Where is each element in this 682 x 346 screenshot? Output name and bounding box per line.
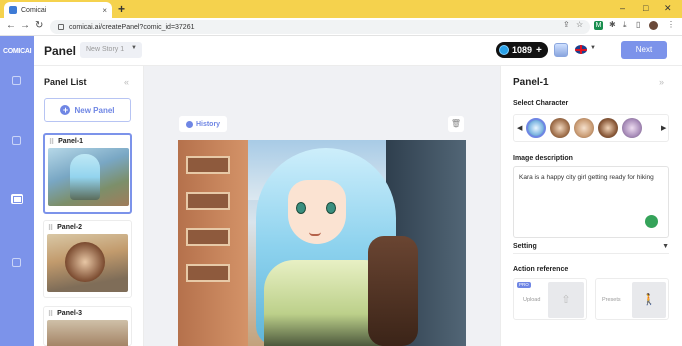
- character-avatar-1[interactable]: [526, 118, 546, 138]
- character-icon[interactable]: [12, 136, 21, 145]
- collapse-left-icon[interactable]: «: [124, 77, 129, 87]
- panel-card-label: Panel-2: [57, 224, 83, 231]
- share-icon[interactable]: ⇪: [563, 20, 570, 29]
- history-button[interactable]: History: [179, 116, 227, 132]
- address-bar[interactable]: comicai.ai/createPanel?comic_id=37261: [50, 20, 590, 34]
- drag-handle-icon[interactable]: ⠿: [49, 138, 54, 146]
- panel-card-label: Panel-3: [57, 310, 83, 317]
- reload-icon[interactable]: ↻: [35, 20, 43, 31]
- panel-list-sidebar: Panel List « + New Panel ⠿ Panel-1 ⠿ Pan…: [34, 66, 144, 346]
- generate-icon[interactable]: [645, 215, 658, 228]
- canvas-area: History 🗑: [144, 66, 500, 346]
- presets-label: Presets: [602, 297, 621, 303]
- book-icon[interactable]: [12, 258, 21, 267]
- menu-kebab-icon[interactable]: ⋮: [667, 20, 675, 29]
- browser-tabstrip: Comicai × + – □ ✕: [0, 0, 682, 18]
- next-button[interactable]: Next: [621, 41, 667, 59]
- setting-label: Setting: [513, 243, 537, 250]
- add-credits-icon[interactable]: +: [536, 45, 542, 56]
- chevron-left-icon[interactable]: ◀: [517, 124, 522, 132]
- language-chevron-icon[interactable]: ▼: [590, 45, 596, 51]
- panel-card-1[interactable]: ⠿ Panel-1: [43, 133, 132, 214]
- upload-icon[interactable]: ⇧: [548, 282, 584, 318]
- coin-icon: [499, 45, 509, 55]
- tab-close-icon[interactable]: ×: [102, 6, 107, 15]
- drag-handle-icon[interactable]: ⠿: [48, 310, 53, 318]
- story-select[interactable]: New Story 1 ▼: [80, 42, 142, 58]
- character-avatar-3[interactable]: [574, 118, 594, 138]
- pro-badge: PRO: [517, 282, 531, 288]
- character-avatar-4[interactable]: [598, 118, 618, 138]
- page-title: Panel: [44, 44, 77, 58]
- character-backpack: [368, 236, 418, 346]
- right-panel: Panel-1 » Select Character ◀ ▶ Image des…: [500, 66, 682, 346]
- minimize-icon[interactable]: –: [620, 3, 625, 13]
- upload-action-card[interactable]: PRO Upload ⇧: [513, 278, 587, 320]
- extensions-puzzle-icon[interactable]: ✱: [609, 20, 616, 29]
- sidepanel-icon[interactable]: ▯: [636, 20, 640, 29]
- new-tab-button[interactable]: +: [118, 2, 125, 16]
- home-icon[interactable]: [12, 76, 21, 85]
- collapse-right-icon[interactable]: »: [659, 77, 664, 87]
- building-left: [178, 140, 248, 346]
- credits-count: 1089: [512, 45, 533, 55]
- panel-icon[interactable]: [11, 194, 23, 204]
- panel-card-label: Panel-1: [58, 138, 84, 145]
- panel-thumbnail: [48, 148, 129, 206]
- tab-title: Comicai: [21, 6, 47, 14]
- panel-card-2[interactable]: ⠿ Panel-2: [43, 220, 132, 298]
- image-description-label: Image description: [513, 155, 573, 162]
- upload-label: Upload: [523, 297, 541, 303]
- history-icon: [185, 120, 193, 128]
- url-text: comicai.ai/createPanel?comic_id=37261: [69, 23, 195, 31]
- chevron-right-icon[interactable]: ▶: [661, 124, 666, 132]
- profile-avatar-icon[interactable]: [649, 21, 658, 30]
- story-select-value: New Story 1: [86, 46, 125, 53]
- download-icon[interactable]: ⤓: [623, 20, 627, 30]
- history-label: History: [195, 120, 221, 128]
- browser-toolbar: ← → ↻ comicai.ai/createPanel?comic_id=37…: [0, 18, 682, 36]
- trash-icon[interactable]: 🗑: [448, 116, 464, 132]
- pose-figure-icon[interactable]: 🚶: [632, 282, 666, 318]
- plus-circle-icon: +: [60, 105, 71, 115]
- image-description-field[interactable]: Kara is a happy city girl getting ready …: [513, 166, 669, 238]
- panel-thumbnail: [47, 320, 128, 346]
- character-avatar-5[interactable]: [622, 118, 642, 138]
- comicai-favicon-icon: [9, 6, 17, 14]
- panel-title: Panel-1: [513, 77, 549, 88]
- panel-image[interactable]: [178, 140, 466, 346]
- window-close-icon[interactable]: ✕: [664, 3, 672, 14]
- maximize-icon[interactable]: □: [643, 3, 648, 13]
- comicai-logo: COMICAI: [3, 48, 32, 55]
- chevron-down-icon: ▼: [662, 243, 669, 250]
- action-reference-label: Action reference: [513, 266, 569, 273]
- setting-row[interactable]: Setting ▼: [513, 240, 669, 254]
- panel-card-3[interactable]: ⠿ Panel-3: [43, 306, 132, 346]
- user-avatar[interactable]: [554, 43, 568, 57]
- lock-icon: [58, 24, 64, 30]
- browser-tab[interactable]: Comicai ×: [4, 2, 112, 18]
- left-rail: COMICAI: [0, 36, 34, 346]
- chevron-down-icon: ▼: [131, 45, 137, 51]
- panel-list-title: Panel List: [44, 77, 87, 87]
- extension-m-icon[interactable]: M: [594, 21, 603, 30]
- select-character-label: Select Character: [513, 100, 569, 107]
- character-picker: ◀ ▶: [513, 114, 669, 142]
- app-header: Panel New Story 1 ▼ 1089 + ▼ Next: [34, 36, 682, 66]
- back-icon[interactable]: ←: [6, 20, 16, 31]
- new-panel-button[interactable]: + New Panel: [44, 98, 131, 122]
- image-description-value: Kara is a happy city girl getting ready …: [519, 174, 654, 181]
- new-panel-label: New Panel: [74, 105, 115, 115]
- uk-flag-icon[interactable]: [575, 45, 587, 54]
- forward-icon[interactable]: →: [20, 20, 30, 31]
- credits-badge[interactable]: 1089 +: [496, 42, 548, 58]
- character-eye-right: [326, 202, 336, 214]
- drag-handle-icon[interactable]: ⠿: [48, 224, 53, 232]
- presets-action-card[interactable]: Presets 🚶: [595, 278, 669, 320]
- bookmark-star-icon[interactable]: ☆: [576, 20, 583, 29]
- character-eye-left: [296, 202, 306, 214]
- panel-thumbnail: [47, 234, 128, 292]
- character-avatar-2[interactable]: [550, 118, 570, 138]
